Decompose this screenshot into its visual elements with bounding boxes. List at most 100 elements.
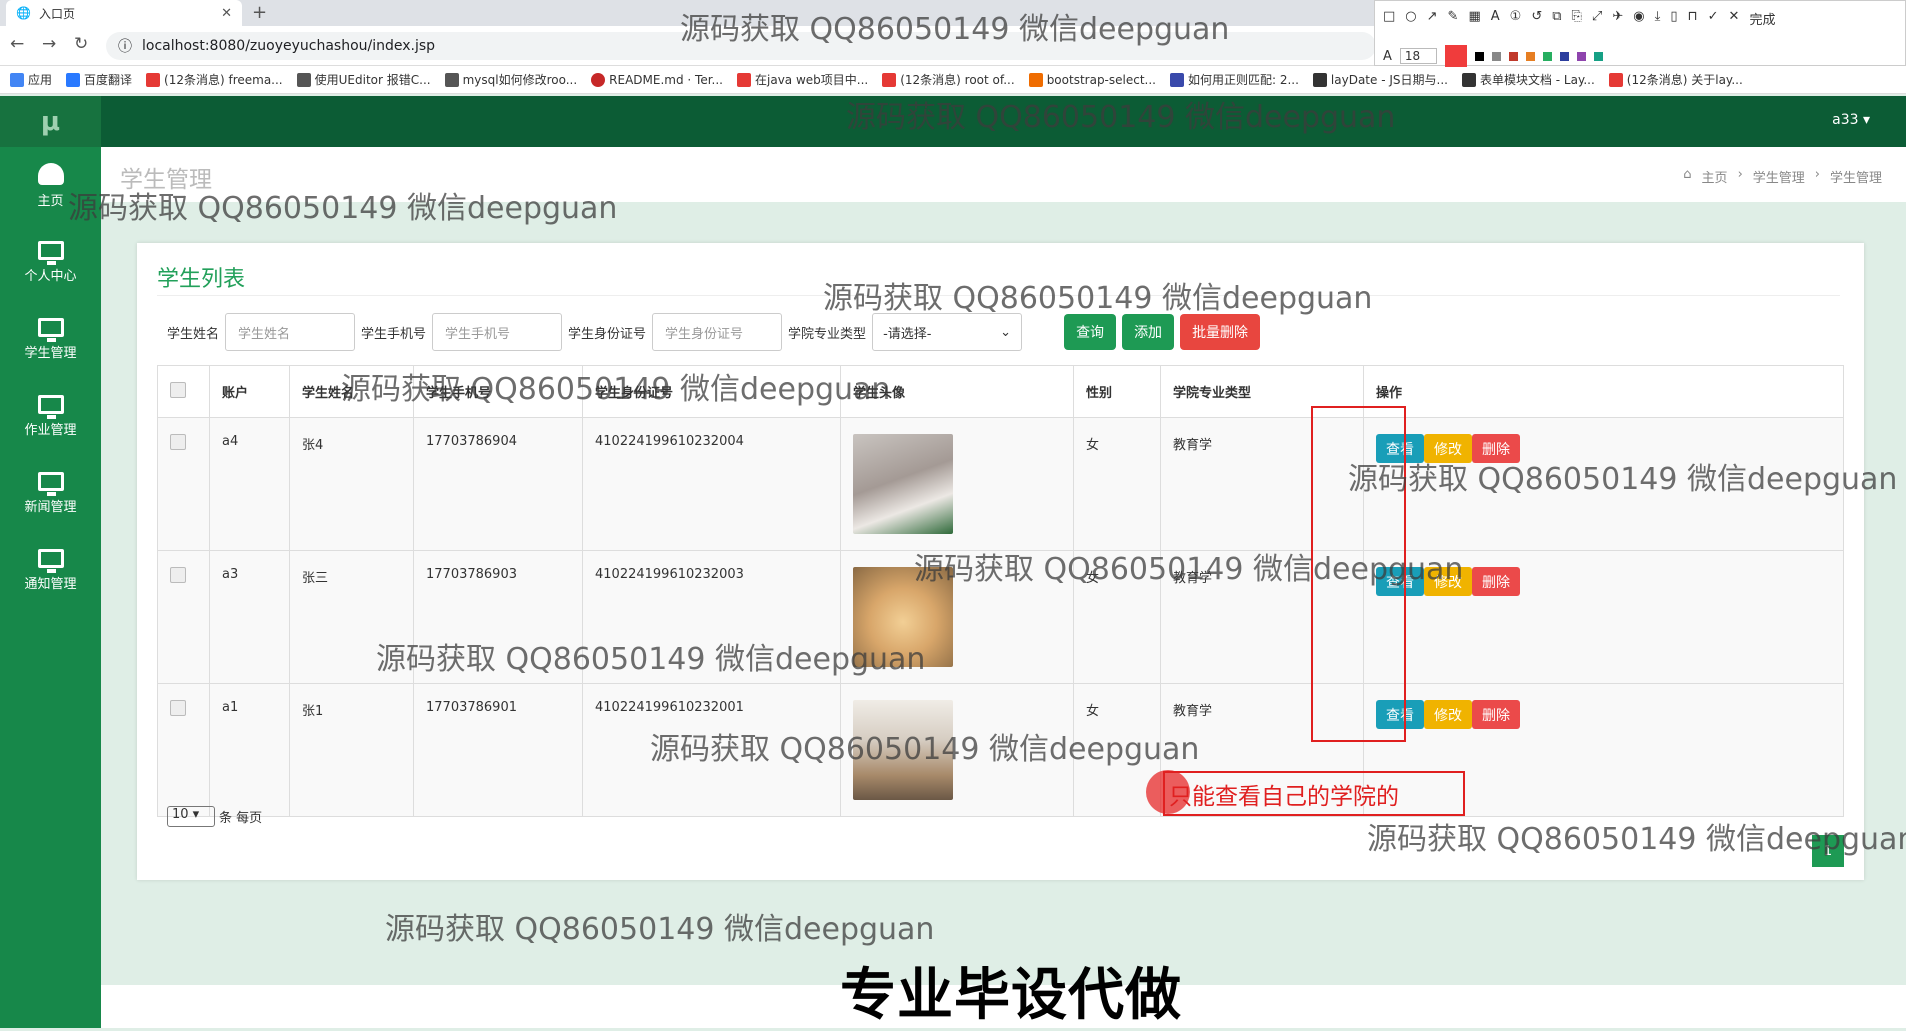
batch-delete-button[interactable]: 批量删除 bbox=[1180, 314, 1261, 350]
sidebar-item-profile[interactable]: 个人中心 bbox=[0, 224, 101, 301]
text-tool-icon[interactable]: A bbox=[1491, 9, 1500, 28]
watermark-text: 源码获取 QQ86050149 微信deepguan bbox=[376, 642, 926, 677]
sidebar-item-notices[interactable]: 通知管理 bbox=[0, 532, 101, 609]
expand-icon[interactable]: ⤢ bbox=[1592, 9, 1602, 28]
sidebar-item-homework[interactable]: 作业管理 bbox=[0, 378, 101, 455]
pagination-size: 10 ▾ 条 每页 bbox=[167, 806, 262, 827]
name-label: 学生姓名 bbox=[167, 326, 220, 342]
caret-down-icon: ▾ bbox=[1862, 112, 1870, 128]
font-size-select[interactable]: 18 bbox=[1399, 48, 1438, 64]
ellipse-tool-icon[interactable]: ○ bbox=[1405, 9, 1416, 28]
crop-icon[interactable]: ⧉ bbox=[1552, 9, 1561, 28]
row-select-cell bbox=[157, 417, 210, 551]
bookmark[interactable]: layDate - JS日期与... bbox=[1312, 71, 1448, 88]
copy-icon[interactable]: ⎘ bbox=[1572, 9, 1582, 28]
row-checkbox[interactable] bbox=[170, 434, 186, 450]
breadcrumb-section[interactable]: 学生管理 bbox=[1753, 167, 1805, 186]
bookmark[interactable]: mysql如何修改roo... bbox=[444, 71, 577, 88]
account-cell: a3 bbox=[209, 550, 290, 684]
select-all-cell bbox=[157, 365, 210, 418]
color-swatch[interactable] bbox=[1560, 51, 1570, 61]
bookmark[interactable]: (12条消息) 关于lay... bbox=[1608, 71, 1743, 88]
bookmark[interactable]: 如何用正则匹配: 2... bbox=[1169, 71, 1299, 88]
row-checkbox[interactable] bbox=[170, 567, 186, 583]
phone-input[interactable]: 学生手机号 bbox=[432, 313, 563, 351]
color-swatch[interactable] bbox=[1543, 51, 1553, 61]
avatar-cat-image bbox=[853, 434, 953, 534]
bookmark[interactable]: (12条消息) freema... bbox=[146, 71, 283, 88]
delete-button[interactable]: 删除 bbox=[1472, 567, 1520, 596]
breadcrumb-separator: › bbox=[1737, 167, 1743, 182]
bookmark[interactable]: 应用 bbox=[10, 71, 52, 88]
browser-tab[interactable]: 🌐 入口页 ✕ bbox=[6, 0, 242, 26]
major-label: 学院专业类型 bbox=[788, 326, 867, 342]
new-tab-button[interactable]: + bbox=[252, 2, 267, 23]
promo-caption: 专业毕设代做 bbox=[840, 963, 1182, 1028]
bookmark-tool-icon[interactable]: ⊓ bbox=[1687, 9, 1697, 28]
reload-icon[interactable]: ↻ bbox=[74, 34, 88, 54]
query-button[interactable]: 查询 bbox=[1064, 314, 1117, 350]
select-all-checkbox[interactable] bbox=[170, 382, 186, 398]
close-tab-icon[interactable]: ✕ bbox=[221, 6, 232, 21]
page-size-select[interactable]: 10 ▾ bbox=[167, 806, 215, 827]
number-tool-icon[interactable]: ① bbox=[1510, 9, 1522, 28]
major-select[interactable]: -请选择- ⌄ bbox=[872, 313, 1023, 351]
globe-icon: 🌐 bbox=[16, 6, 31, 20]
watermark-text: 源码获取 QQ86050149 微信deepguan bbox=[68, 191, 618, 226]
name-cell: 张1 bbox=[289, 683, 414, 817]
chevron-down-icon: ⌄ bbox=[1000, 324, 1012, 340]
breadcrumb-home[interactable]: 主页 bbox=[1702, 167, 1728, 186]
account-cell: a1 bbox=[209, 683, 290, 817]
arrow-tool-icon[interactable]: ↗ bbox=[1427, 9, 1438, 28]
back-icon[interactable]: ← bbox=[10, 34, 24, 54]
bookmark[interactable]: 表单模块文档 - Lay... bbox=[1461, 71, 1595, 88]
bookmark[interactable]: 使用UEditor 报错C... bbox=[296, 71, 431, 88]
color-swatch[interactable] bbox=[1475, 51, 1485, 61]
home-icon: ⌂ bbox=[1683, 167, 1692, 182]
bookmark-icon bbox=[1169, 72, 1184, 87]
sidebar-item-label: 学生管理 bbox=[24, 346, 77, 361]
download-icon[interactable]: ⤓ bbox=[1655, 9, 1661, 28]
add-button[interactable]: 添加 bbox=[1122, 314, 1175, 350]
watermark-text: 源码获取 QQ86050149 微信deepguan bbox=[341, 372, 891, 407]
undo-icon[interactable]: ↺ bbox=[1531, 9, 1542, 28]
delete-button[interactable]: 删除 bbox=[1472, 700, 1520, 729]
phone-icon[interactable]: ▯ bbox=[1670, 9, 1677, 28]
rectangle-tool-icon[interactable]: □ bbox=[1383, 9, 1395, 28]
idcard-input[interactable]: 学生身份证号 bbox=[652, 313, 783, 351]
filter-bar: 学生姓名 学生姓名 学生手机号 学生手机号 学生身份证号 学生身份证号 学院专业… bbox=[167, 313, 1261, 351]
row-checkbox[interactable] bbox=[170, 700, 186, 716]
watermark-text: 源码获取 QQ86050149 微信deepguan bbox=[1367, 822, 1906, 857]
font-icon: A bbox=[1383, 48, 1392, 64]
page-size-value: 10 bbox=[172, 807, 189, 822]
color-swatch[interactable] bbox=[1526, 51, 1536, 61]
monitor-icon bbox=[37, 395, 64, 419]
current-color-swatch[interactable] bbox=[1445, 45, 1468, 67]
pin-icon[interactable]: ✈ bbox=[1612, 9, 1623, 28]
bookmark-icon bbox=[1608, 72, 1623, 87]
monitor-icon bbox=[37, 318, 64, 342]
color-swatch[interactable] bbox=[1594, 51, 1604, 61]
color-swatch[interactable] bbox=[1509, 51, 1519, 61]
name-input[interactable]: 学生姓名 bbox=[225, 313, 356, 351]
bookmark[interactable]: 在java web项目中... bbox=[737, 71, 868, 88]
mosaic-tool-icon[interactable]: ▦ bbox=[1468, 9, 1480, 28]
bookmark[interactable]: (12条消息) root of... bbox=[882, 71, 1015, 88]
user-menu[interactable]: a33 ▾ bbox=[1832, 112, 1870, 128]
done-button[interactable]: 完成 bbox=[1749, 9, 1775, 28]
bookmark[interactable]: 百度翻译 bbox=[66, 71, 132, 88]
record-icon[interactable]: ◉ bbox=[1633, 9, 1644, 28]
sidebar-item-news[interactable]: 新闻管理 bbox=[0, 455, 101, 532]
check-icon[interactable]: ✓ bbox=[1708, 9, 1719, 28]
pen-tool-icon[interactable]: ✎ bbox=[1448, 9, 1459, 28]
row-select-cell bbox=[157, 683, 210, 817]
bookmark[interactable]: bootstrap-select... bbox=[1028, 72, 1156, 87]
bookmark[interactable]: README.md · Ter... bbox=[591, 72, 723, 87]
tab-title: 入口页 bbox=[38, 6, 75, 21]
cancel-icon[interactable]: ✕ bbox=[1729, 9, 1740, 28]
edit-button[interactable]: 修改 bbox=[1424, 700, 1472, 729]
color-swatch[interactable] bbox=[1577, 51, 1587, 61]
color-swatch[interactable] bbox=[1492, 51, 1502, 61]
sidebar-item-students[interactable]: 学生管理 bbox=[0, 301, 101, 378]
forward-icon[interactable]: → bbox=[42, 34, 56, 54]
